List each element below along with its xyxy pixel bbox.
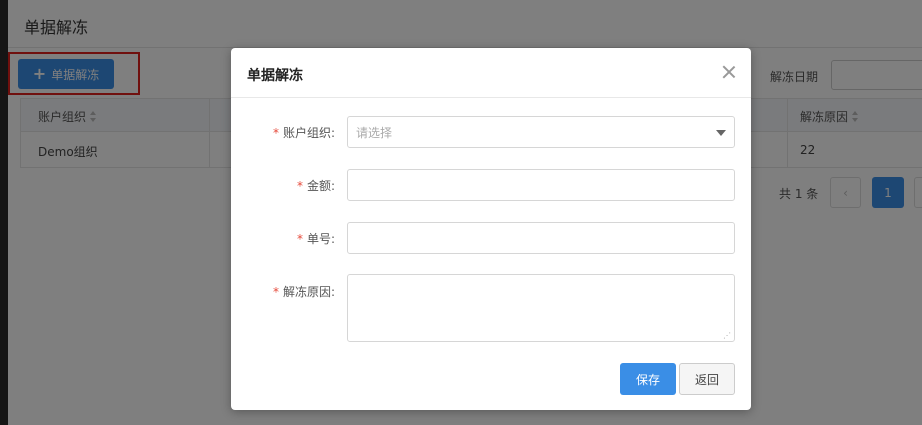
dialog-header: 单据解冻 bbox=[231, 48, 751, 98]
required-mark: * bbox=[272, 126, 279, 140]
back-button[interactable]: 返回 bbox=[679, 363, 735, 395]
select-placeholder: 请选择 bbox=[356, 125, 393, 140]
required-mark: * bbox=[272, 285, 279, 299]
required-mark: * bbox=[296, 179, 303, 193]
dialog-title: 单据解冻 bbox=[247, 68, 303, 84]
resize-grip-icon[interactable]: ⋰ bbox=[723, 332, 731, 340]
unfreeze-dialog: 单据解冻 * 账户组织: 请选择 * 金额: * 单号: * 解冻原因: ⋰ 保存 返回 bbox=[231, 48, 751, 410]
unfreeze-reason-textarea[interactable] bbox=[347, 274, 735, 342]
order-number-input[interactable] bbox=[347, 222, 735, 254]
required-mark: * bbox=[296, 232, 303, 246]
chevron-down-icon bbox=[716, 130, 726, 136]
label-amount: * 金额: bbox=[296, 179, 335, 193]
label-unfreeze-reason: * 解冻原因: bbox=[272, 285, 335, 299]
label-order-number: * 单号: bbox=[296, 232, 335, 246]
save-button[interactable]: 保存 bbox=[620, 363, 676, 395]
label-account-org: * 账户组织: bbox=[272, 126, 335, 140]
amount-input[interactable] bbox=[347, 169, 735, 201]
account-org-select[interactable]: 请选择 bbox=[347, 116, 735, 148]
close-icon[interactable] bbox=[719, 62, 739, 82]
